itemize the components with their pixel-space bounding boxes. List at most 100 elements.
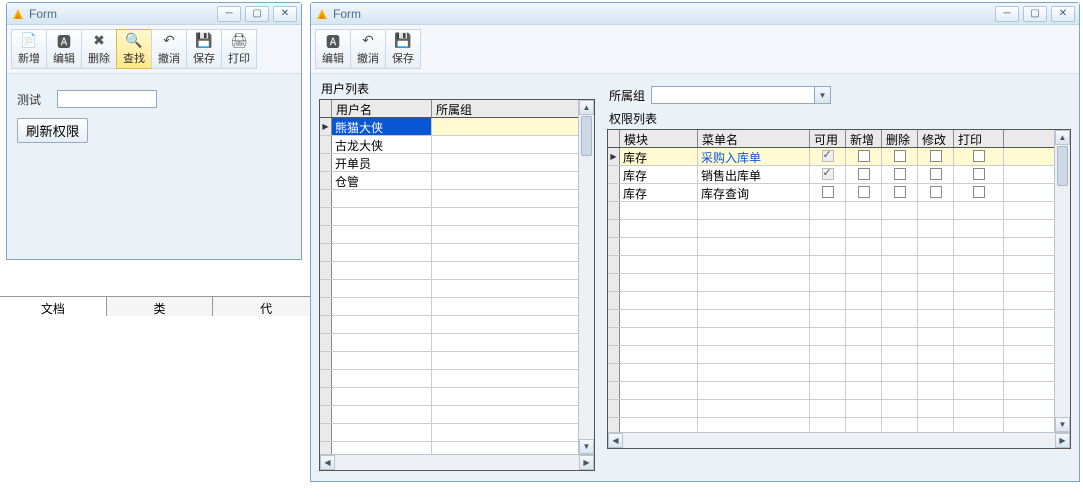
- cell-new[interactable]: [846, 328, 882, 345]
- col-del[interactable]: 删除: [882, 130, 918, 147]
- checkbox[interactable]: [822, 150, 834, 162]
- cell-print[interactable]: [954, 292, 1004, 309]
- cell-module[interactable]: [620, 328, 698, 345]
- horizontal-scrollbar[interactable]: ◀ ▶: [608, 432, 1070, 448]
- cell-avail[interactable]: [810, 400, 846, 417]
- cell-mod[interactable]: [918, 382, 954, 399]
- cell-del[interactable]: [882, 238, 918, 255]
- checkbox[interactable]: [973, 168, 985, 180]
- cell-new[interactable]: [846, 256, 882, 273]
- cell-print[interactable]: [954, 148, 1004, 165]
- cell-del[interactable]: [882, 346, 918, 363]
- cell-group[interactable]: [432, 388, 594, 405]
- table-row[interactable]: [320, 406, 594, 424]
- table-row[interactable]: [320, 316, 594, 334]
- cell-new[interactable]: [846, 148, 882, 165]
- cell-avail[interactable]: [810, 166, 846, 183]
- cell-menu[interactable]: [698, 202, 810, 219]
- table-row[interactable]: [608, 400, 1070, 418]
- cell-mod[interactable]: [918, 148, 954, 165]
- table-row[interactable]: [320, 280, 594, 298]
- cell-module[interactable]: [620, 382, 698, 399]
- cell-print[interactable]: [954, 166, 1004, 183]
- cell-group[interactable]: [432, 352, 594, 369]
- col-module[interactable]: 模块: [620, 130, 698, 147]
- col-new[interactable]: 新增: [846, 130, 882, 147]
- cell-del[interactable]: [882, 310, 918, 327]
- checkbox[interactable]: [858, 150, 870, 162]
- cell-mod[interactable]: [918, 364, 954, 381]
- cell-avail[interactable]: [810, 292, 846, 309]
- cell-menu[interactable]: [698, 238, 810, 255]
- cell-username[interactable]: [332, 316, 432, 333]
- table-row[interactable]: [608, 310, 1070, 328]
- cell-menu[interactable]: 销售出库单: [698, 166, 810, 183]
- cell-avail[interactable]: [810, 328, 846, 345]
- cell-username[interactable]: [332, 388, 432, 405]
- group-combo[interactable]: ▼: [651, 86, 831, 104]
- table-row[interactable]: [608, 364, 1070, 382]
- table-row[interactable]: [320, 334, 594, 352]
- table-row[interactable]: [608, 220, 1070, 238]
- table-row[interactable]: [320, 352, 594, 370]
- cell-new[interactable]: [846, 292, 882, 309]
- cell-menu[interactable]: [698, 220, 810, 237]
- cell-print[interactable]: [954, 328, 1004, 345]
- cell-module[interactable]: [620, 256, 698, 273]
- col-menu[interactable]: 菜单名: [698, 130, 810, 147]
- checkbox[interactable]: [973, 150, 985, 162]
- save-button[interactable]: 💾保存: [186, 29, 222, 69]
- cell-menu[interactable]: [698, 328, 810, 345]
- cell-menu[interactable]: [698, 382, 810, 399]
- cell-avail[interactable]: [810, 346, 846, 363]
- cell-new[interactable]: [846, 220, 882, 237]
- checkbox[interactable]: [973, 186, 985, 198]
- checkbox[interactable]: [894, 168, 906, 180]
- table-row[interactable]: 库存销售出库单: [608, 166, 1070, 184]
- cell-username[interactable]: [332, 280, 432, 297]
- cell-del[interactable]: [882, 256, 918, 273]
- cell-new[interactable]: [846, 274, 882, 291]
- cell-module[interactable]: [620, 364, 698, 381]
- table-row[interactable]: [320, 244, 594, 262]
- table-row[interactable]: [320, 190, 594, 208]
- checkbox[interactable]: [822, 168, 834, 180]
- scroll-thumb[interactable]: [1057, 146, 1068, 186]
- cell-new[interactable]: [846, 202, 882, 219]
- titlebar[interactable]: Form ─ ▢ ✕: [7, 3, 301, 25]
- new-button[interactable]: 📄新增: [11, 29, 47, 69]
- cell-module[interactable]: 库存: [620, 148, 698, 165]
- delete-button[interactable]: ✖删除: [81, 29, 117, 69]
- cell-mod[interactable]: [918, 238, 954, 255]
- cell-module[interactable]: 库存: [620, 184, 698, 201]
- table-row[interactable]: [320, 262, 594, 280]
- cell-group[interactable]: [432, 406, 594, 423]
- cell-del[interactable]: [882, 220, 918, 237]
- table-row[interactable]: 熊猫大侠: [320, 118, 594, 136]
- table-row[interactable]: [320, 226, 594, 244]
- cell-module[interactable]: [620, 292, 698, 309]
- checkbox[interactable]: [822, 186, 834, 198]
- table-row[interactable]: [608, 202, 1070, 220]
- cell-username[interactable]: [332, 406, 432, 423]
- cell-print[interactable]: [954, 220, 1004, 237]
- cell-group[interactable]: [432, 262, 594, 279]
- cell-print[interactable]: [954, 238, 1004, 255]
- cell-avail[interactable]: [810, 202, 846, 219]
- checkbox[interactable]: [930, 168, 942, 180]
- cell-username[interactable]: 仓管: [332, 172, 432, 189]
- cell-print[interactable]: [954, 400, 1004, 417]
- cell-print[interactable]: [954, 184, 1004, 201]
- cell-module[interactable]: [620, 202, 698, 219]
- table-row[interactable]: [320, 208, 594, 226]
- scroll-left-icon[interactable]: ◀: [608, 433, 623, 448]
- cell-menu[interactable]: 库存查询: [698, 184, 810, 201]
- refresh-permissions-button[interactable]: 刷新权限: [17, 118, 88, 143]
- scroll-right-icon[interactable]: ▶: [1055, 433, 1070, 448]
- cell-new[interactable]: [846, 238, 882, 255]
- cell-module[interactable]: [620, 274, 698, 291]
- cell-del[interactable]: [882, 382, 918, 399]
- cell-avail[interactable]: [810, 364, 846, 381]
- close-button[interactable]: ✕: [1051, 6, 1075, 22]
- cell-username[interactable]: [332, 424, 432, 441]
